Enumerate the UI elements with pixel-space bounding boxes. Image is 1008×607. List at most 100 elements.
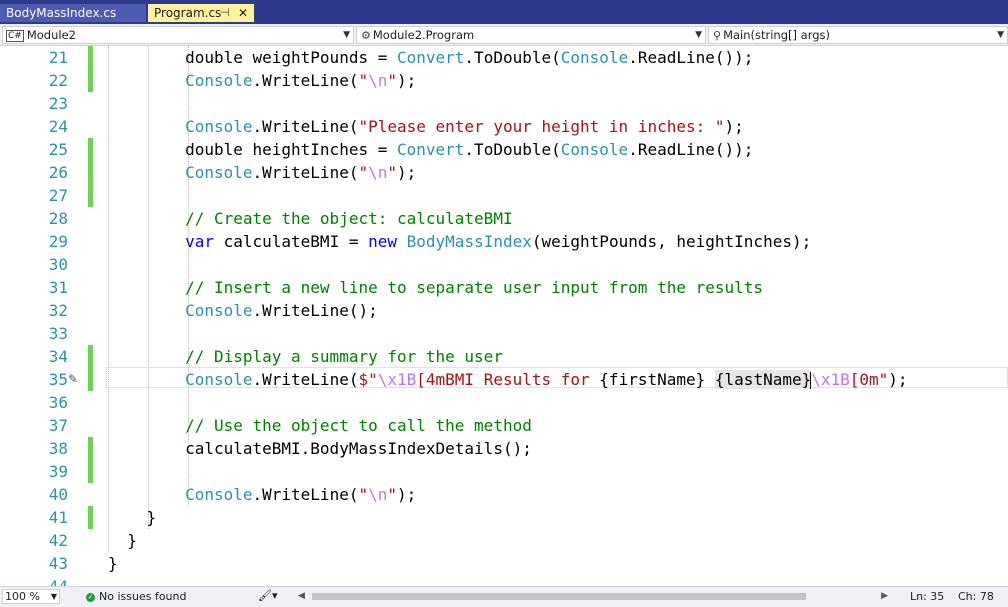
scroll-left-icon[interactable]: ◀	[298, 591, 305, 601]
code-token: \n	[368, 71, 388, 90]
issues-indicator[interactable]: ✓ No issues found	[86, 590, 186, 604]
member-dropdown[interactable]: ⚲ Main(string[] args) ▼	[708, 26, 1008, 44]
code-token: Console	[560, 140, 629, 159]
line-number: 33	[48, 324, 68, 343]
class-name: Module2.Program	[372, 28, 475, 42]
code-text: // Display a summary for the user	[108, 345, 503, 368]
scroll-right-icon[interactable]: ▶	[881, 591, 888, 601]
code-line[interactable]: 39	[0, 460, 1008, 483]
line-number: 21	[48, 48, 68, 67]
code-token: Console	[108, 370, 253, 389]
code-line[interactable]: 29 var calculateBMI = new BodyMassIndex(…	[0, 230, 1008, 253]
code-token: "	[358, 163, 369, 182]
code-token: double heightInches =	[108, 140, 397, 159]
code-token: \x1B	[811, 370, 850, 389]
code-line[interactable]: 28 // Create the object: calculateBMI	[0, 207, 1008, 230]
code-token: \n	[368, 485, 388, 504]
code-line[interactable]: 42 }	[0, 529, 1008, 552]
tab-program-cs[interactable]: Program.cs ⊣ ✕	[148, 4, 254, 22]
project-dropdown[interactable]: C# Module2 ▼	[2, 26, 354, 44]
code-text: Console.WriteLine();	[108, 299, 378, 322]
code-line[interactable]: 36	[0, 391, 1008, 414]
code-line[interactable]: 44	[0, 575, 1008, 586]
status-bar: 100 % ▼ ✓ No issues found 🖌▾ ◀ ▶ Ln: 35 C…	[0, 586, 1008, 607]
column-indicator[interactable]: Ch: 78	[958, 590, 994, 604]
code-token: .ToDouble(	[464, 140, 561, 159]
code-token: .WriteLine(	[252, 163, 359, 182]
code-line[interactable]: 32 Console.WriteLine();	[0, 299, 1008, 322]
close-icon[interactable]: ✕	[238, 4, 248, 22]
code-line[interactable]: 25 double heightInches = Convert.ToDoubl…	[0, 138, 1008, 161]
code-line[interactable]: 26 Console.WriteLine("\n");	[0, 161, 1008, 184]
code-text: calculateBMI.BodyMassIndexDetails();	[108, 437, 532, 460]
code-line[interactable]: 33	[0, 322, 1008, 345]
scrollbar-thumb[interactable]	[312, 593, 806, 600]
code-text: // Use the object to call the method	[108, 414, 532, 437]
code-token: // Create the object: calculateBMI	[108, 209, 513, 228]
code-line[interactable]: 24 Console.WriteLine("Please enter your …	[0, 115, 1008, 138]
tab-label: Program.cs	[154, 6, 222, 20]
code-text: Console.WriteLine("Please enter your hei…	[108, 115, 744, 138]
code-token: .WriteLine(	[252, 370, 359, 389]
code-token: "Please enter your height in inches: "	[358, 117, 725, 136]
document-tab-bar: BodyMassIndex.cs Program.cs ⊣ ✕	[0, 0, 1008, 24]
quick-action-pencil-icon[interactable]: ✎	[68, 368, 78, 391]
zoom-dropdown[interactable]: 100 % ▼	[2, 589, 60, 604]
code-token: \x1B	[377, 370, 417, 389]
method-icon: ⚲	[713, 29, 722, 42]
code-line[interactable]: 31 // Insert a new line to separate user…	[0, 276, 1008, 299]
pin-icon[interactable]: ⊣	[220, 4, 230, 22]
zoom-value: 100 %	[5, 590, 40, 603]
code-token: Console	[108, 163, 253, 182]
code-token: .	[464, 48, 475, 67]
code-text: // Insert a new line to separate user in…	[108, 276, 763, 299]
line-number: 26	[48, 163, 68, 182]
line-number: 23	[48, 94, 68, 113]
code-text: Console.WriteLine($"\x1B[4mBMI Results f…	[108, 368, 908, 391]
code-token: );	[397, 485, 417, 504]
code-line[interactable]: 30	[0, 253, 1008, 276]
member-name: Main(string[] args)	[723, 28, 830, 42]
code-line[interactable]: 41 }	[0, 506, 1008, 529]
line-number: 22	[48, 71, 68, 90]
tab-bodymassindex-cs[interactable]: BodyMassIndex.cs	[0, 4, 146, 22]
code-token: Console	[108, 71, 253, 90]
code-line[interactable]: 38 calculateBMI.BodyMassIndexDetails();	[0, 437, 1008, 460]
line-number: 37	[48, 416, 68, 435]
code-text: double heightInches = Convert.ToDouble(C…	[108, 138, 753, 161]
code-line[interactable]: 27	[0, 184, 1008, 207]
line-indicator[interactable]: Ln: 35	[910, 590, 944, 604]
code-line[interactable]: 35 ✎ Console.WriteLine($"\x1B[4mBMI Resul…	[0, 368, 1008, 391]
code-text: var calculateBMI = new BodyMassIndex(wei…	[108, 230, 811, 253]
horizontal-scrollbar[interactable]: ◀ ▶	[298, 591, 888, 602]
code-token: }	[108, 508, 157, 527]
code-line[interactable]: 40 Console.WriteLine("\n");	[0, 483, 1008, 506]
line-number: 27	[48, 186, 68, 205]
check-circle-icon: ✓	[86, 592, 95, 602]
code-line[interactable]: 23	[0, 92, 1008, 115]
code-line[interactable]: 43}	[0, 552, 1008, 575]
code-line[interactable]: 21 double weightPounds = Convert.ToDoubl…	[0, 46, 1008, 69]
code-text: Console.WriteLine("\n");	[108, 69, 416, 92]
code-editor[interactable]: 21 double weightPounds = Convert.ToDoubl…	[0, 46, 1008, 586]
code-line[interactable]: 37 // Use the object to call the method	[0, 414, 1008, 437]
code-token: .WriteLine();	[252, 301, 378, 320]
code-token: calculateBMI.BodyMassIndexDetails();	[108, 439, 532, 458]
code-cleanup-brush-icon[interactable]: 🖌▾	[258, 589, 278, 603]
code-token: \n	[368, 163, 388, 182]
code-line[interactable]: 22 Console.WriteLine("\n");	[0, 69, 1008, 92]
line-number: 28	[48, 209, 68, 228]
code-token: BodyMassIndex	[406, 232, 532, 251]
project-name: Module2	[26, 28, 76, 42]
csharp-project-icon: C#	[6, 29, 24, 42]
code-token: (weightPounds, heightInches);	[531, 232, 812, 251]
code-text: Console.WriteLine("\n");	[108, 483, 416, 506]
line-number: 41	[48, 508, 68, 527]
code-token: var	[108, 232, 214, 251]
class-dropdown[interactable]: ⚙ Module2.Program ▼	[356, 26, 706, 44]
code-token: {lastName}	[714, 370, 812, 389]
code-token: // Display a summary for the user	[108, 347, 503, 366]
code-token: Convert	[396, 140, 465, 159]
code-line[interactable]: 34 // Display a summary for the user	[0, 345, 1008, 368]
